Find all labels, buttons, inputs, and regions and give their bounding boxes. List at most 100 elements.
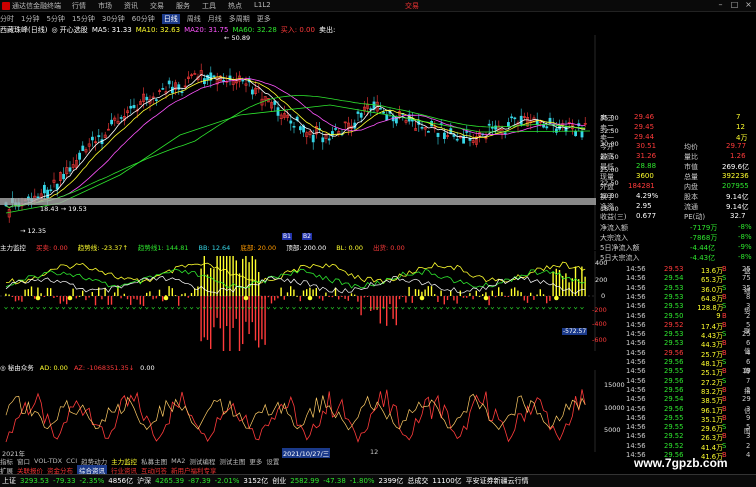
menu-item-market[interactable]: 市场 [98, 1, 124, 11]
extension-tab-6[interactable]: 新用户福利专享 [171, 465, 217, 475]
status-item-16: 11100亿 [432, 477, 462, 485]
period-tab-0[interactable]: 分时 [0, 14, 14, 24]
side-tab-6[interactable]: 指 [744, 385, 751, 395]
indicator-tab-0[interactable]: 指标 [0, 456, 13, 466]
extension-tab-2[interactable]: 资金分布 [47, 465, 73, 475]
tick-side: S [722, 302, 727, 311]
extension-tab-3[interactable]: 综合资讯 [77, 465, 107, 474]
tick-side: B [722, 339, 727, 348]
period-tab-1[interactable]: 1分钟 [21, 14, 39, 24]
menu-item-service[interactable]: 服务 [176, 1, 202, 11]
indicator-bar [133, 296, 135, 299]
indicator-bar [290, 286, 292, 296]
stat-label: 最低 [600, 163, 614, 171]
extension-tab-5[interactable]: 互动问答 [141, 465, 167, 475]
indicator-bar [248, 262, 250, 296]
indicator-bar [72, 288, 74, 296]
period-tab-2[interactable]: 5分钟 [46, 14, 64, 24]
indicator-bar [110, 296, 113, 305]
indicator-tab-9[interactable]: 测试主图 [219, 456, 245, 466]
indicator-bar-down [238, 296, 241, 351]
stat-value: 9.14亿 [726, 203, 749, 211]
menu-item-news[interactable]: 资讯 [124, 1, 150, 11]
indicator-tab-5[interactable]: 主力监控 [111, 456, 137, 466]
indicator-bar [200, 268, 202, 296]
side-tab-7[interactable]: 信 [744, 405, 751, 415]
kline-chart[interactable] [0, 35, 596, 250]
signal-arrow [93, 306, 98, 310]
side-tab-8[interactable]: 图 [744, 425, 751, 435]
indicator-tab-11[interactable]: 设置 [266, 456, 279, 466]
signal-dot [554, 295, 559, 301]
indicator-tab-4[interactable]: 趋势动力 [81, 456, 107, 466]
period-tab-3[interactable]: 15分钟 [72, 14, 95, 24]
indicator-tab-10[interactable]: 更多 [249, 456, 262, 466]
main-force-indicator-chart[interactable] [0, 251, 596, 351]
signal-arrow [292, 306, 296, 310]
deal-button[interactable]: 交易 [405, 1, 419, 11]
stat-row: 净资 2.95 流通 9.14亿 [596, 202, 756, 212]
menu-item-quotes[interactable]: 行情 [72, 1, 98, 11]
ad-indicator-chart[interactable] [0, 370, 596, 452]
indicator-bar [488, 296, 490, 306]
indicator-tab-6[interactable]: 私募主图 [141, 456, 167, 466]
period-tab-5[interactable]: 60分钟 [132, 14, 155, 24]
side-tab-1[interactable]: 细 [744, 285, 751, 295]
indicator-bar [395, 296, 397, 326]
flow-percent: -8% [738, 233, 752, 241]
indicator-bar-down [229, 296, 231, 351]
indicator-bar [418, 289, 420, 296]
indicator-bar [280, 287, 282, 296]
indicator-bar [21, 296, 23, 302]
signal-arrow [164, 306, 168, 310]
period-tab-8[interactable]: 月线 [208, 14, 222, 24]
signal-dot [243, 295, 249, 301]
tick-time: 14:56 [626, 265, 646, 273]
period-tab-7[interactable]: 周线 [187, 14, 201, 24]
side-tab-0[interactable]: 盘 [744, 265, 751, 275]
menu-item-hot[interactable]: 热点 [228, 1, 254, 11]
indicator-tab-8[interactable]: 测试编程 [189, 456, 215, 466]
indicator-tab-2[interactable]: VOL-TDX [34, 457, 62, 465]
stat-label: 换手 [600, 193, 614, 201]
trend-line-green [5, 268, 586, 289]
indicator-bar [270, 296, 273, 304]
signal-arrow [100, 306, 104, 310]
indicator-tab-1[interactable]: 窗口 [17, 456, 30, 466]
stat-value: 1.26 [730, 152, 746, 160]
side-tab-3[interactable]: 联 [744, 325, 751, 335]
indicator-bar [482, 294, 484, 296]
menu-item-tools[interactable]: 工具 [202, 1, 228, 11]
indicator-bar [296, 295, 298, 297]
period-tab-9[interactable]: 多周期 [229, 14, 250, 24]
menu-item-trade[interactable]: 交易 [150, 1, 176, 11]
signal-arrow [4, 306, 8, 310]
status-item-8: -2.01% [214, 477, 240, 485]
side-tab-5[interactable]: 筹 [744, 365, 751, 375]
indicator-bar-down [248, 296, 250, 335]
indicator-tab-3[interactable]: CCI [66, 457, 77, 465]
period-tab-4[interactable]: 30分钟 [102, 14, 125, 24]
stat-label: 今开 [600, 143, 614, 151]
flow-label: 大宗流入 [600, 234, 628, 242]
indicator-bar [526, 296, 529, 303]
period-tab-6[interactable]: 日线 [161, 13, 180, 24]
chart-title-item-3: MA10: 32.63 [135, 26, 181, 34]
extension-tab-0[interactable]: 扩展 [0, 465, 13, 475]
indicator-bar [523, 296, 525, 301]
signal-arrow [17, 306, 21, 310]
period-tab-10[interactable]: 更多 [257, 14, 271, 24]
indicator-bar [366, 296, 369, 297]
side-tab-2[interactable]: 势 [744, 305, 751, 315]
stat-value: 31.26 [636, 152, 657, 160]
side-tab-4[interactable]: 值 [744, 345, 751, 355]
flow-percent: -9% [738, 243, 752, 251]
indicator-tabs: 指标 窗口 VOL-TDX CCI 趋势动力 主力监控 私募主图 MA2 测试编程 测试主图 更多设… [0, 456, 596, 466]
menu-item-l1l2[interactable]: L1L2 [254, 1, 280, 11]
tick-price: 29.56 [664, 404, 684, 413]
orderbook-row[interactable]: 卖三 29.46 7 [596, 113, 756, 123]
orderbook-row[interactable]: 卖二 29.45 12 [596, 123, 756, 133]
extension-tab-1[interactable]: 关联报价 [17, 465, 43, 475]
extension-tab-4[interactable]: 行业资讯 [111, 465, 137, 475]
indicator-tab-7[interactable]: MA2 [171, 457, 185, 465]
